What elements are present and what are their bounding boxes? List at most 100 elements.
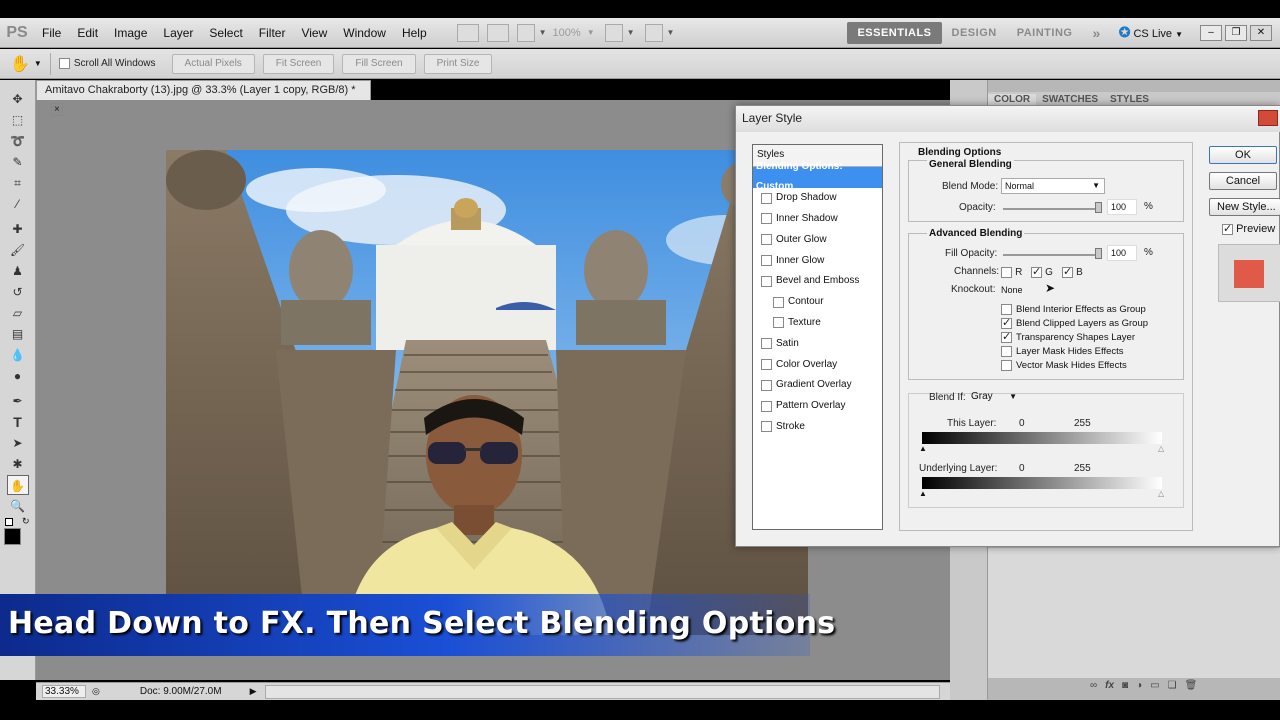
zoom-level[interactable]: 100% bbox=[553, 27, 581, 39]
workspace-essentials[interactable]: ESSENTIALS bbox=[847, 21, 942, 44]
new-style-button[interactable]: New Style... bbox=[1209, 198, 1280, 216]
menu-image[interactable]: Image bbox=[106, 26, 155, 40]
status-zoom[interactable]: 33.33% bbox=[42, 685, 86, 698]
document-close-icon[interactable]: × bbox=[51, 103, 63, 116]
channel-r[interactable]: R bbox=[1001, 266, 1022, 278]
style-item[interactable]: Texture bbox=[753, 313, 882, 334]
advanced-option[interactable]: Layer Mask Hides Effects bbox=[1001, 345, 1181, 359]
dialog-title[interactable]: Layer Style bbox=[736, 106, 1280, 132]
menu-layer[interactable]: Layer bbox=[155, 26, 201, 40]
style-item[interactable]: Bevel and Emboss bbox=[753, 271, 882, 292]
fill-opacity-input[interactable]: 100 bbox=[1107, 245, 1137, 261]
dialog-close-icon[interactable] bbox=[1258, 110, 1278, 126]
style-item[interactable]: Satin bbox=[753, 333, 882, 354]
cancel-button[interactable]: Cancel bbox=[1209, 172, 1277, 190]
gradient-tool-icon[interactable]: ▤ bbox=[7, 324, 29, 344]
underlying-layer-black-handle[interactable]: ▲ bbox=[919, 489, 927, 498]
menu-filter[interactable]: Filter bbox=[251, 26, 294, 40]
style-item[interactable]: Outer Glow bbox=[753, 229, 882, 250]
knockout-select[interactable]: None ➤ bbox=[1001, 281, 1055, 298]
menu-window[interactable]: Window bbox=[335, 26, 394, 40]
style-item[interactable]: Blending Options: Custom bbox=[753, 161, 882, 192]
workspace-more[interactable]: » bbox=[1082, 22, 1110, 44]
opacity-input[interactable]: 100 bbox=[1107, 199, 1137, 215]
style-item-checkbox[interactable] bbox=[761, 379, 772, 391]
zoom-tool-icon[interactable]: 🔍 bbox=[7, 496, 29, 516]
horizontal-scrollbar[interactable] bbox=[264, 684, 940, 699]
style-item-checkbox[interactable] bbox=[761, 338, 772, 350]
advanced-option[interactable]: Blend Clipped Layers as Group bbox=[1001, 316, 1181, 330]
style-item-checkbox[interactable] bbox=[761, 192, 772, 204]
advanced-option-checkbox[interactable] bbox=[1001, 303, 1012, 315]
fill-screen-button[interactable]: Fill Screen bbox=[342, 53, 416, 74]
hand-tool-preset-icon[interactable]: ✋ bbox=[10, 54, 30, 74]
panel-tab-swatches[interactable]: SWATCHES bbox=[1036, 94, 1104, 105]
channel-b-checkbox[interactable] bbox=[1062, 265, 1073, 278]
menu-edit[interactable]: Edit bbox=[69, 26, 106, 40]
scroll-all-windows-checkbox[interactable] bbox=[58, 58, 70, 69]
restore-icon[interactable]: ❐ bbox=[1225, 24, 1247, 41]
preview-checkbox-row[interactable]: Preview bbox=[1222, 222, 1275, 235]
style-item-checkbox[interactable] bbox=[761, 213, 772, 225]
marquee-tool-icon[interactable]: ⬚ bbox=[7, 110, 29, 130]
clone-stamp-tool-icon[interactable]: ♟ bbox=[7, 261, 29, 281]
minimize-icon[interactable]: – bbox=[1200, 24, 1222, 41]
ok-button[interactable]: OK bbox=[1209, 146, 1277, 164]
workspace-design[interactable]: DESIGN bbox=[942, 22, 1007, 44]
document-photo[interactable] bbox=[166, 150, 808, 635]
add-mask-icon[interactable]: ◙ bbox=[1122, 680, 1128, 696]
advanced-option-checkbox[interactable] bbox=[1001, 316, 1012, 329]
move-tool-icon[interactable]: ✥ bbox=[7, 89, 29, 109]
swap-colors-icon[interactable]: ↻ bbox=[22, 516, 30, 527]
default-colors-icon[interactable] bbox=[5, 518, 13, 526]
underlying-layer-white-handle[interactable]: △ bbox=[1158, 489, 1164, 498]
advanced-option[interactable]: Blend Interior Effects as Group bbox=[1001, 302, 1181, 316]
actual-pixels-button[interactable]: Actual Pixels bbox=[171, 53, 255, 74]
style-item[interactable]: Stroke bbox=[753, 417, 882, 438]
style-item-checkbox[interactable] bbox=[761, 400, 772, 412]
channel-g-checkbox[interactable] bbox=[1031, 265, 1042, 278]
type-tool-icon[interactable]: T bbox=[7, 412, 29, 432]
channel-r-checkbox[interactable] bbox=[1001, 266, 1012, 278]
advanced-option-checkbox[interactable] bbox=[1001, 360, 1012, 372]
pen-tool-icon[interactable]: ✒ bbox=[7, 391, 29, 411]
new-layer-icon[interactable]: ❏ bbox=[1168, 680, 1177, 696]
advanced-option[interactable]: Vector Mask Hides Effects bbox=[1001, 359, 1181, 373]
adjustment-layer-icon[interactable]: ◑ bbox=[1136, 680, 1142, 696]
this-layer-gradient[interactable] bbox=[922, 432, 1162, 444]
path-selection-tool-icon[interactable]: ➤ bbox=[7, 433, 29, 453]
history-brush-tool-icon[interactable]: ↺ bbox=[7, 282, 29, 302]
brush-tool-icon[interactable]: 🖌 bbox=[7, 240, 29, 260]
panel-tab-styles[interactable]: STYLES bbox=[1104, 94, 1155, 105]
menu-view[interactable]: View bbox=[293, 26, 335, 40]
fill-opacity-slider[interactable] bbox=[1003, 254, 1101, 256]
opacity-slider[interactable] bbox=[1003, 208, 1101, 210]
status-menu-arrow-icon[interactable]: ▶ bbox=[250, 686, 257, 697]
eyedropper-tool-icon[interactable]: ⁄ bbox=[7, 194, 29, 214]
channel-b[interactable]: B bbox=[1062, 265, 1083, 278]
advanced-option[interactable]: Transparency Shapes Layer bbox=[1001, 330, 1181, 344]
style-item[interactable]: Inner Shadow bbox=[753, 209, 882, 230]
style-item[interactable]: Inner Glow bbox=[753, 250, 882, 271]
this-layer-white-handle[interactable]: △ bbox=[1158, 444, 1164, 453]
opacity-slider-knob[interactable] bbox=[1095, 202, 1102, 213]
style-item[interactable]: Pattern Overlay bbox=[753, 396, 882, 417]
style-item-checkbox[interactable] bbox=[761, 359, 772, 371]
foreground-color-swatch[interactable] bbox=[4, 528, 21, 545]
shape-tool-icon[interactable]: ✱ bbox=[7, 454, 29, 474]
style-item-checkbox[interactable] bbox=[761, 421, 772, 433]
style-item-checkbox[interactable] bbox=[761, 234, 772, 246]
cs-live-button[interactable]: ✪ CS Live ▼ bbox=[1119, 24, 1183, 41]
close-icon[interactable]: ✕ bbox=[1250, 24, 1272, 41]
this-layer-black-handle[interactable]: ▲ bbox=[919, 444, 927, 453]
workspace-painting[interactable]: PAINTING bbox=[1007, 22, 1083, 44]
menu-file[interactable]: File bbox=[34, 26, 69, 40]
mini-bridge-icon[interactable] bbox=[486, 23, 509, 42]
bridge-icon[interactable] bbox=[456, 23, 479, 42]
preview-checkbox[interactable] bbox=[1222, 222, 1233, 235]
healing-brush-tool-icon[interactable]: ✚ bbox=[7, 219, 29, 239]
blend-mode-select[interactable]: Normal ▼ bbox=[1001, 178, 1105, 194]
arrange-documents-icon[interactable] bbox=[604, 23, 623, 42]
screen-mode-icon[interactable] bbox=[644, 23, 663, 42]
delete-layer-icon[interactable]: 🗑 bbox=[1185, 680, 1198, 696]
